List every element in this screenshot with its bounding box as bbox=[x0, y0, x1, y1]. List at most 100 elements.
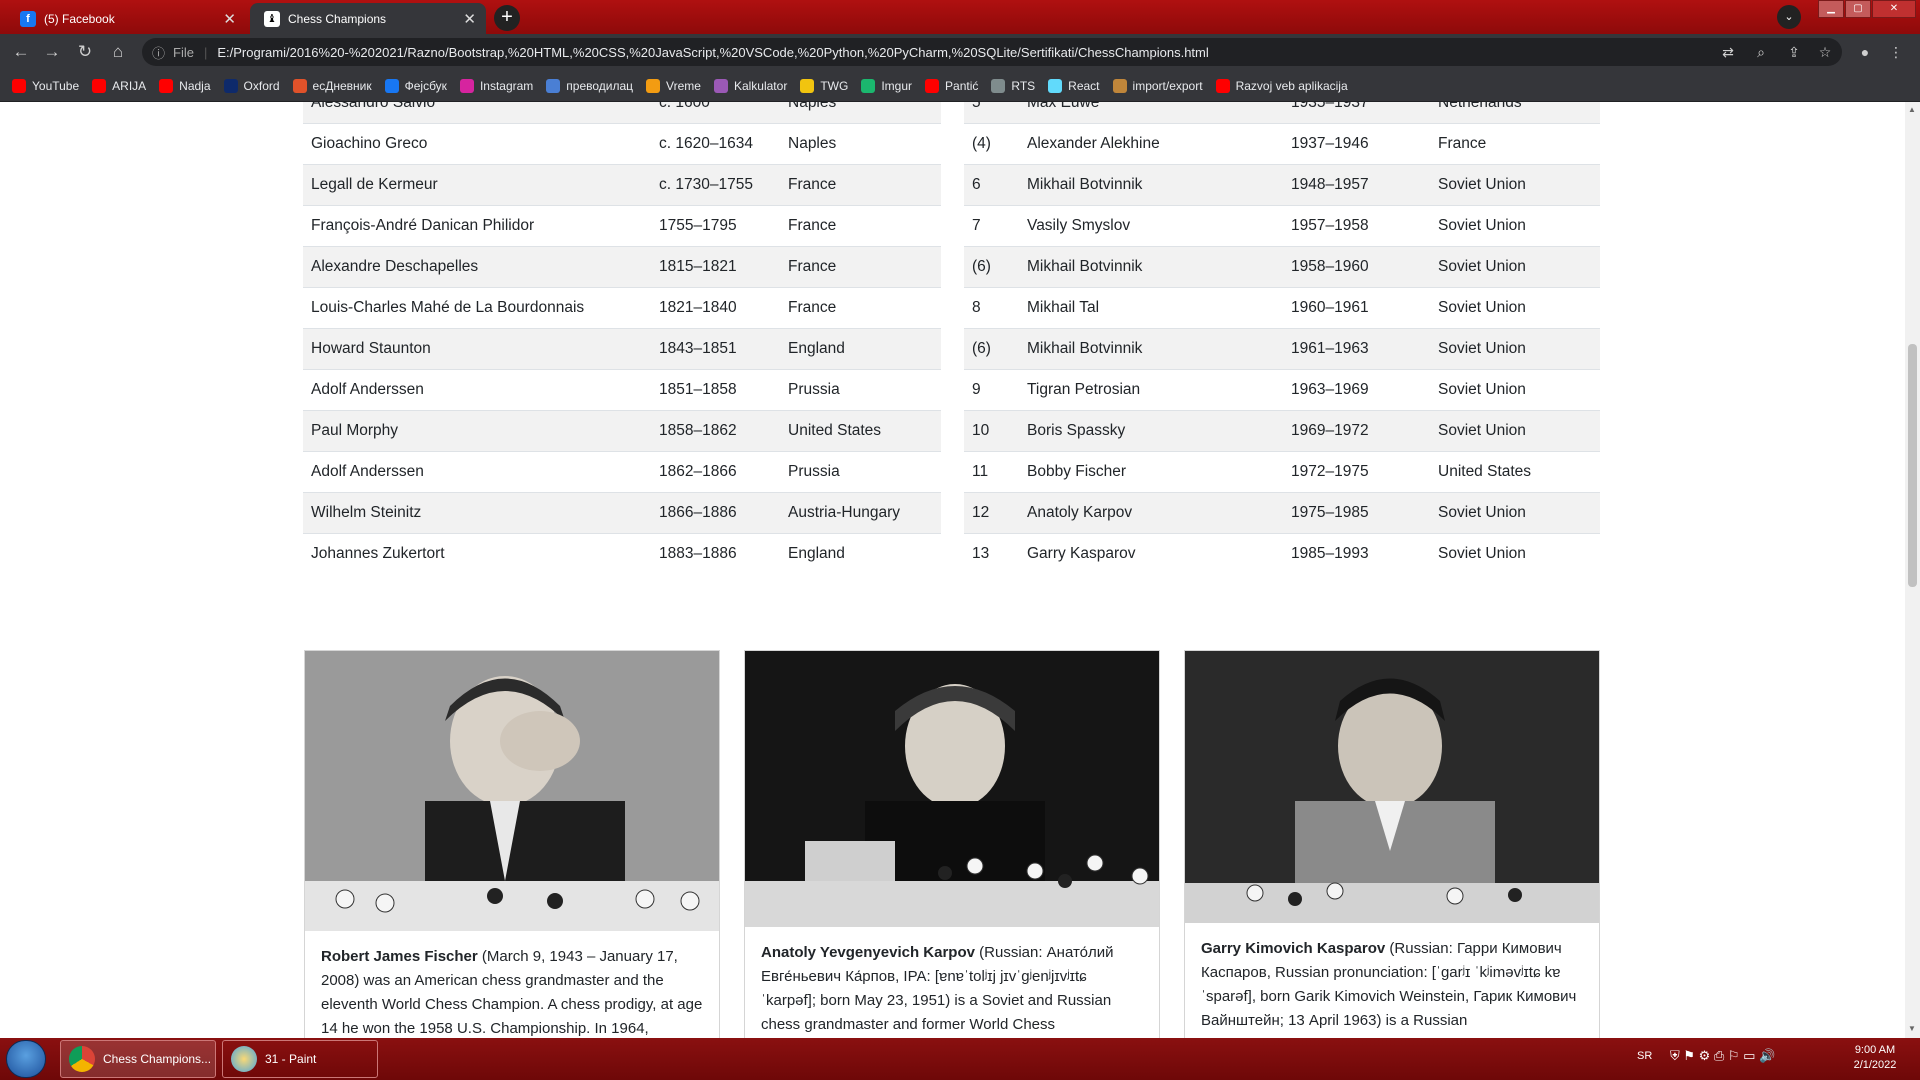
cell-name: Mikhail Botvinnik bbox=[1019, 164, 1283, 206]
bookmark-item[interactable]: ARIJA bbox=[92, 78, 146, 93]
cell-name: Max Euwe bbox=[1019, 102, 1283, 124]
profile-icon[interactable]: ● bbox=[1855, 42, 1875, 62]
new-tab-button[interactable]: + bbox=[494, 5, 520, 31]
cell-country: England bbox=[780, 533, 941, 575]
tab-facebook[interactable]: f (5) Facebook ✕ bbox=[6, 3, 246, 34]
cell-years: 1975–1985 bbox=[1283, 492, 1430, 534]
table-row: 8 Mikhail Tal 1960–1961 Soviet Union bbox=[964, 287, 1600, 329]
cell-name: Paul Morphy bbox=[303, 410, 651, 452]
bookmark-item[interactable]: RTS bbox=[991, 78, 1036, 93]
cell-num: (6) bbox=[964, 246, 1019, 288]
zoom-icon[interactable]: ⌕ bbox=[1751, 42, 1771, 62]
bookmark-label: Imgur bbox=[881, 78, 913, 93]
cell-country: Soviet Union bbox=[1430, 328, 1600, 370]
url-text[interactable]: E:/Programi/2016%20-%202021/Razno/Bootst… bbox=[217, 45, 1208, 60]
table-row: 7 Vasily Smyslov 1957–1958 Soviet Union bbox=[964, 205, 1600, 247]
close-tab-icon[interactable]: ✕ bbox=[463, 10, 476, 28]
tray-clock[interactable]: 9:00 AM 2/1/2022 bbox=[1845, 1043, 1905, 1073]
cell-years: 1843–1851 bbox=[651, 328, 780, 370]
react-icon bbox=[1048, 78, 1063, 93]
tray-icons[interactable]: ⛨ ⚑ ⚙ ⎙ ⚐ ▭ 🔊 bbox=[1670, 1048, 1775, 1064]
cell-name: Boris Spassky bbox=[1019, 410, 1283, 452]
cell-years: 1972–1975 bbox=[1283, 451, 1430, 493]
browser-tab-bar: f (5) Facebook ✕ ♝ Chess Champions ✕ + ⌄… bbox=[0, 0, 1920, 34]
bookmark-item[interactable]: Instagram bbox=[459, 78, 533, 93]
home-icon[interactable]: ⌂ bbox=[106, 41, 130, 63]
back-icon[interactable]: ← bbox=[9, 41, 33, 63]
bookmark-item[interactable]: YouTube bbox=[12, 78, 79, 93]
cell-years: 1937–1946 bbox=[1283, 123, 1430, 165]
table-row: Adolf Anderssen 1851–1858 Prussia bbox=[303, 369, 941, 411]
imgur-icon bbox=[861, 78, 876, 93]
page-scrollbar[interactable]: ▲ ▼ bbox=[1905, 102, 1920, 1038]
cell-years: 1969–1972 bbox=[1283, 410, 1430, 452]
cell-years: 1961–1963 bbox=[1283, 328, 1430, 370]
bookmark-label: Фејсбук bbox=[404, 78, 447, 93]
table-row: 6 Mikhail Botvinnik 1948–1957 Soviet Union bbox=[964, 164, 1600, 206]
taskbar-chrome[interactable]: Chess Champions... bbox=[60, 1040, 216, 1078]
separator: | bbox=[203, 44, 208, 60]
table-row: Howard Staunton 1843–1851 England bbox=[303, 328, 941, 370]
close-tab-icon[interactable]: ✕ bbox=[223, 10, 236, 28]
share-icon[interactable]: ⇪ bbox=[1784, 42, 1804, 62]
card-kasparov: Garry Kimovich Kasparov (Russian: Гарри … bbox=[1184, 650, 1600, 1038]
info-icon[interactable]: ⓘ bbox=[152, 43, 165, 62]
translate-icon[interactable]: ⇄ bbox=[1718, 42, 1738, 62]
oup-icon bbox=[223, 78, 238, 93]
bookmark-item[interactable]: Oxford bbox=[223, 78, 280, 93]
forward-icon[interactable]: → bbox=[40, 41, 64, 63]
youtube-icon bbox=[159, 78, 174, 93]
bookmark-item[interactable]: Vreme bbox=[646, 78, 701, 93]
instagram-icon bbox=[459, 78, 474, 93]
scrollbar-thumb[interactable] bbox=[1908, 344, 1917, 587]
minimize-button[interactable]: ▁ bbox=[1818, 0, 1844, 18]
bookmark-item[interactable]: есДневник bbox=[292, 78, 372, 93]
start-button[interactable] bbox=[6, 1040, 46, 1078]
bookmark-label: Pantić bbox=[945, 78, 979, 93]
table-row: 13 Garry Kasparov 1985–1993 Soviet Union bbox=[964, 533, 1600, 575]
cell-years: 1821–1840 bbox=[651, 287, 780, 329]
cell-years: 1935–1937 bbox=[1283, 102, 1430, 124]
cell-name: Legall de Kermeur bbox=[303, 164, 651, 206]
close-window-button[interactable]: ✕ bbox=[1872, 0, 1916, 18]
cell-years: 1960–1961 bbox=[1283, 287, 1430, 329]
tab-search-button[interactable]: ⌄ bbox=[1777, 5, 1801, 29]
table-row: Wilhelm Steinitz 1866–1886 Austria-Hungary bbox=[303, 492, 941, 534]
bookmark-item[interactable]: преводилац bbox=[546, 78, 633, 93]
cell-country: Soviet Union bbox=[1430, 410, 1600, 452]
bookmark-item[interactable]: TWG bbox=[800, 78, 848, 93]
bookmark-item[interactable]: Kalkulator bbox=[713, 78, 787, 93]
table-row: Gioachino Greco c. 1620–1634 Naples bbox=[303, 123, 941, 165]
star-icon[interactable]: ☆ bbox=[1815, 42, 1835, 62]
youtube-icon bbox=[1215, 78, 1230, 93]
browser-toolbar: ← → ↻ ⌂ ⓘ File | E:/Programi/2016%20-%20… bbox=[0, 34, 1920, 70]
address-bar[interactable]: ⓘ File | E:/Programi/2016%20-%202021/Raz… bbox=[142, 38, 1842, 66]
cell-country: Soviet Union bbox=[1430, 246, 1600, 288]
bookmark-item[interactable]: import/export bbox=[1112, 78, 1203, 93]
scroll-down-arrow-icon[interactable]: ▼ bbox=[1908, 1024, 1916, 1033]
language-indicator[interactable]: SR bbox=[1637, 1050, 1652, 1062]
reload-icon[interactable]: ↻ bbox=[73, 41, 97, 63]
bookmark-label: RTS bbox=[1011, 78, 1036, 93]
bookmarks-bar: YouTube ARIJA Nadja Oxford есДневник Фејсбук I… bbox=[0, 70, 1920, 102]
cell-name: Tigran Petrosian bbox=[1019, 369, 1283, 411]
kasparov-bio: Garry Kimovich Kasparov (Russian: Гарри … bbox=[1185, 923, 1599, 1038]
scroll-up-arrow-icon[interactable]: ▲ bbox=[1908, 105, 1916, 114]
youtube-icon bbox=[925, 78, 940, 93]
bookmark-item[interactable]: Razvoj veb aplikacija bbox=[1215, 78, 1348, 93]
table-row: (6) Mikhail Botvinnik 1958–1960 Soviet Unio… bbox=[964, 246, 1600, 288]
cell-country: Naples bbox=[780, 102, 941, 124]
bookmark-item[interactable]: Imgur bbox=[861, 78, 913, 93]
cell-num: 13 bbox=[964, 533, 1019, 575]
bookmark-item[interactable]: Pantić bbox=[925, 78, 979, 93]
bookmark-item[interactable]: React bbox=[1048, 78, 1100, 93]
tab-chess-champions[interactable]: ♝ Chess Champions ✕ bbox=[250, 3, 486, 34]
bookmark-item[interactable]: Nadja bbox=[159, 78, 211, 93]
menu-icon[interactable]: ⋮ bbox=[1886, 42, 1906, 62]
maximize-button[interactable]: ▢ bbox=[1845, 0, 1871, 18]
youtube-icon bbox=[12, 78, 26, 93]
cell-country: Soviet Union bbox=[1430, 492, 1600, 534]
cell-country: Soviet Union bbox=[1430, 533, 1600, 575]
taskbar-paint[interactable]: 31 - Paint bbox=[222, 1040, 378, 1078]
bookmark-item[interactable]: Фејсбук bbox=[384, 78, 447, 93]
